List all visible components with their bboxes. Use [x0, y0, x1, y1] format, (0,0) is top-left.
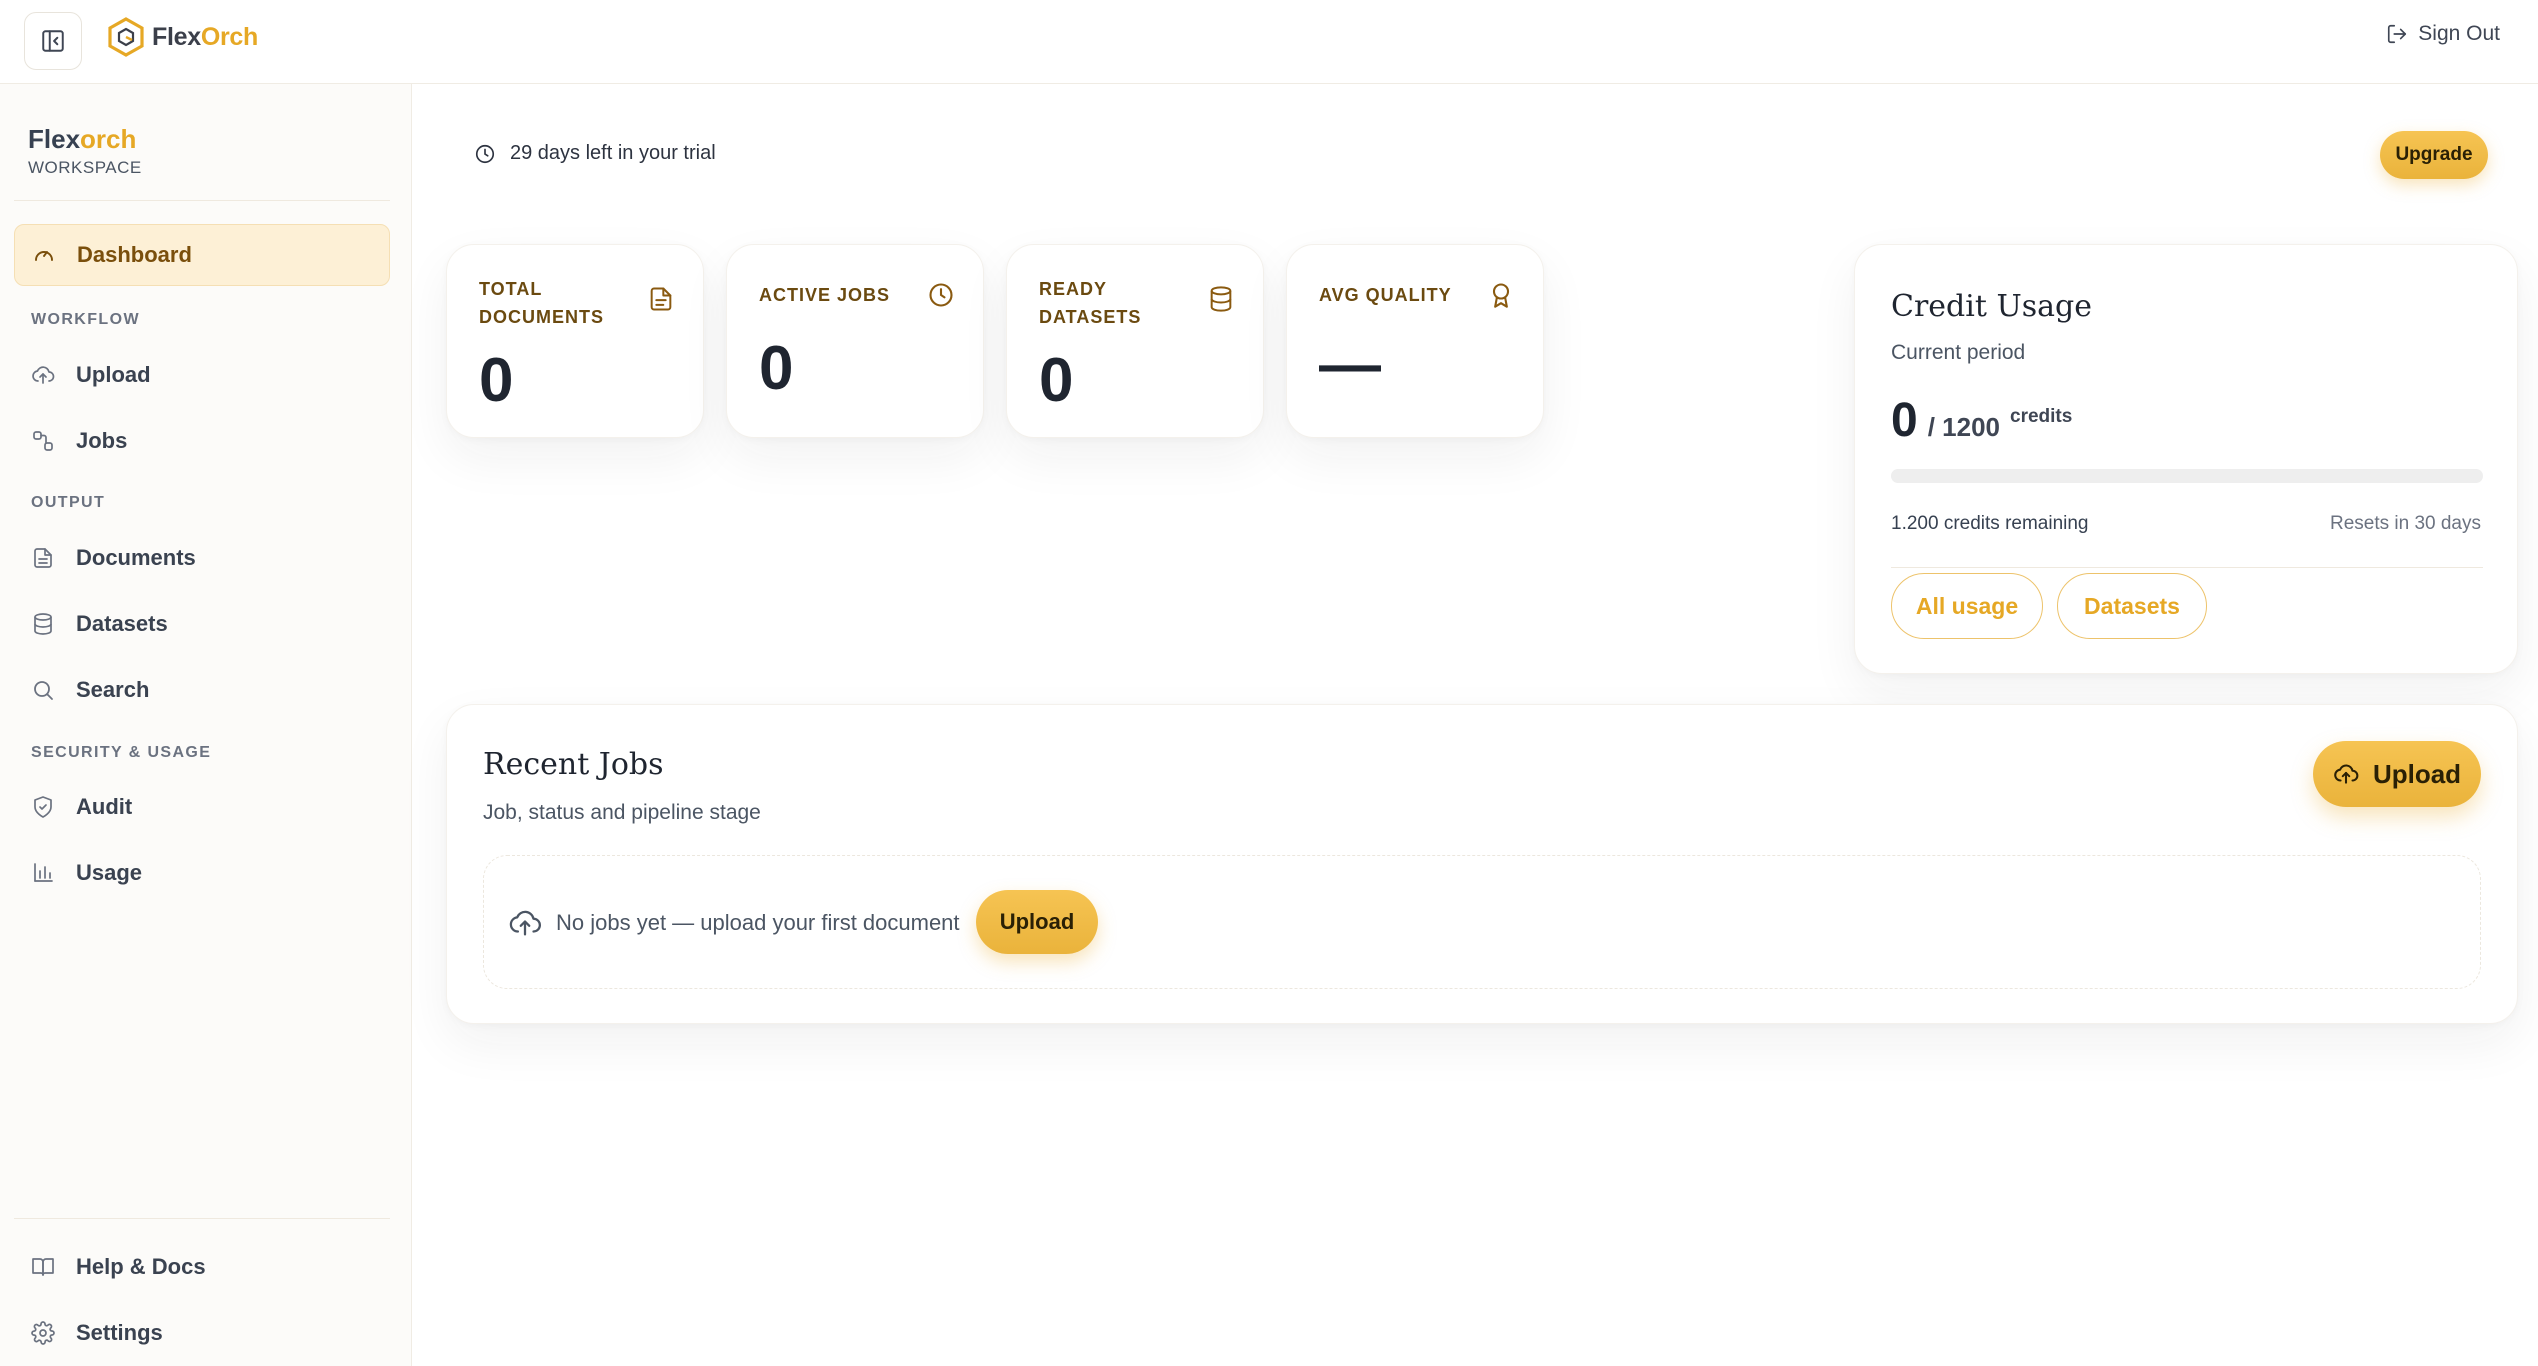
credit-usage-subtitle: Current period [1891, 341, 2026, 364]
stat-card-ready-datasets: READY DATASETS 0 [1006, 244, 1264, 438]
document-icon [30, 545, 56, 571]
stat-value: 0 [479, 346, 514, 415]
empty-jobs-text: No jobs yet — upload your first document [556, 910, 960, 935]
credits-total: / 1200 [1927, 412, 2000, 442]
clock-icon [475, 144, 495, 163]
sidebar-item-help-docs[interactable]: Help & Docs [14, 1236, 390, 1298]
brand-name: FlexOrch [152, 22, 258, 51]
sidebar-item-label: Help & Docs [76, 1254, 206, 1279]
credits-remaining: 1.200 credits remaining [1891, 513, 2089, 534]
stat-label: TOTAL DOCUMENTS [479, 279, 604, 327]
workflow-icon [30, 428, 56, 454]
workspace-subtitle: WORKSPACE [28, 158, 142, 177]
sidebar-item-label: Search [76, 677, 150, 702]
stat-value: — [1319, 330, 1381, 399]
cloud-upload-icon [2334, 764, 2359, 784]
cloud-upload-icon [509, 910, 541, 936]
stat-label: AVG QUALITY [1319, 285, 1452, 305]
sidebar-item-label: Upload [76, 362, 151, 387]
bar-chart-icon [30, 860, 56, 886]
sidebar: Flexorch WORKSPACE Dashboard WORKFLOW Up… [0, 84, 412, 1366]
sign-out-icon [2388, 24, 2407, 44]
sidebar-item-dashboard[interactable]: Dashboard [14, 224, 390, 286]
sidebar-item-jobs[interactable]: Jobs [14, 410, 390, 472]
sidebar-item-label: Usage [76, 860, 143, 885]
recent-jobs-title: Recent Jobs [483, 747, 664, 782]
sign-out-label: Sign Out [2418, 22, 2500, 45]
sidebar-item-documents[interactable]: Documents [14, 527, 390, 589]
credit-count: 0 / 1200 credits [1891, 393, 2072, 448]
stat-card-total-documents: TOTAL DOCUMENTS 0 [446, 244, 704, 438]
sidebar-item-search[interactable]: Search [14, 659, 390, 721]
empty-jobs-state: No jobs yet — upload your first document… [483, 855, 2481, 989]
gear-icon [30, 1320, 56, 1346]
empty-upload-button[interactable]: Upload [976, 890, 1098, 954]
sidebar-item-datasets[interactable]: Datasets [14, 593, 390, 655]
credits-used: 0 [1891, 394, 1918, 447]
section-security-usage: SECURITY & USAGE [31, 744, 212, 761]
stat-label: ACTIVE JOBS [759, 285, 891, 305]
sidebar-item-audit[interactable]: Audit [14, 776, 390, 838]
credits-unit: credits [2010, 406, 2073, 427]
stat-card-avg-quality: AVG QUALITY — [1286, 244, 1544, 438]
sidebar-item-label: Dashboard [77, 242, 192, 267]
stat-card-active-jobs: ACTIVE JOBS 0 [726, 244, 984, 438]
database-icon [30, 611, 56, 637]
trial-banner: 29 days left in your trial [474, 142, 716, 165]
recent-jobs-card: Recent Jobs Job, status and pipeline sta… [446, 704, 2518, 1024]
stat-value: 0 [1039, 346, 1074, 415]
trial-text: 29 days left in your trial [510, 142, 716, 164]
sidebar-item-usage[interactable]: Usage [14, 842, 390, 904]
stat-value: 0 [759, 334, 794, 403]
credits-reset-info: Resets in 30 days [2329, 513, 2481, 534]
all-usage-button[interactable]: All usage [1891, 573, 2043, 639]
document-icon [650, 287, 672, 311]
brand-logo[interactable]: FlexOrch [106, 16, 258, 58]
shield-check-icon [30, 794, 56, 820]
credit-usage-title: Credit Usage [1891, 289, 2092, 324]
sidebar-item-label: Jobs [76, 428, 128, 453]
section-output: OUTPUT [31, 494, 106, 511]
cloud-upload-icon [30, 362, 56, 388]
award-icon [1492, 283, 1510, 308]
sidebar-item-label: Documents [76, 545, 196, 570]
clock-icon [929, 283, 953, 307]
sidebar-item-upload[interactable]: Upload [14, 344, 390, 406]
recent-jobs-subtitle: Job, status and pipeline stage [483, 801, 761, 824]
book-open-icon [30, 1254, 56, 1280]
datasets-button[interactable]: Datasets [2057, 573, 2207, 639]
flexorch-logo-icon [108, 17, 144, 57]
section-workflow: WORKFLOW [31, 311, 140, 328]
credit-divider [1891, 567, 2483, 568]
sidebar-divider [14, 200, 390, 201]
search-icon [30, 677, 56, 703]
credit-usage-card: Credit Usage Current period 0 / 1200 cre… [1854, 244, 2518, 674]
sign-out-button[interactable]: Sign Out [2386, 22, 2500, 46]
database-icon [1210, 286, 1232, 312]
sidebar-divider [14, 1218, 390, 1219]
sidebar-toggle-button[interactable] [24, 12, 82, 70]
workspace-title: Flexorch [28, 124, 137, 154]
credit-progress-bar [1891, 469, 2483, 483]
upload-button-label: Upload [2372, 758, 2462, 789]
sidebar-item-settings[interactable]: Settings [14, 1302, 390, 1364]
top-bar: FlexOrch Sign Out [0, 0, 2538, 84]
upload-button[interactable]: Upload [2313, 741, 2481, 807]
sidebar-item-label: Datasets [76, 611, 168, 636]
sidebar-item-label: Settings [76, 1320, 163, 1345]
stat-label: READY DATASETS [1039, 279, 1142, 327]
panel-collapse-icon [42, 30, 64, 52]
upgrade-button[interactable]: Upgrade [2380, 131, 2488, 179]
sidebar-item-label: Audit [76, 794, 133, 819]
gauge-icon [31, 242, 57, 268]
